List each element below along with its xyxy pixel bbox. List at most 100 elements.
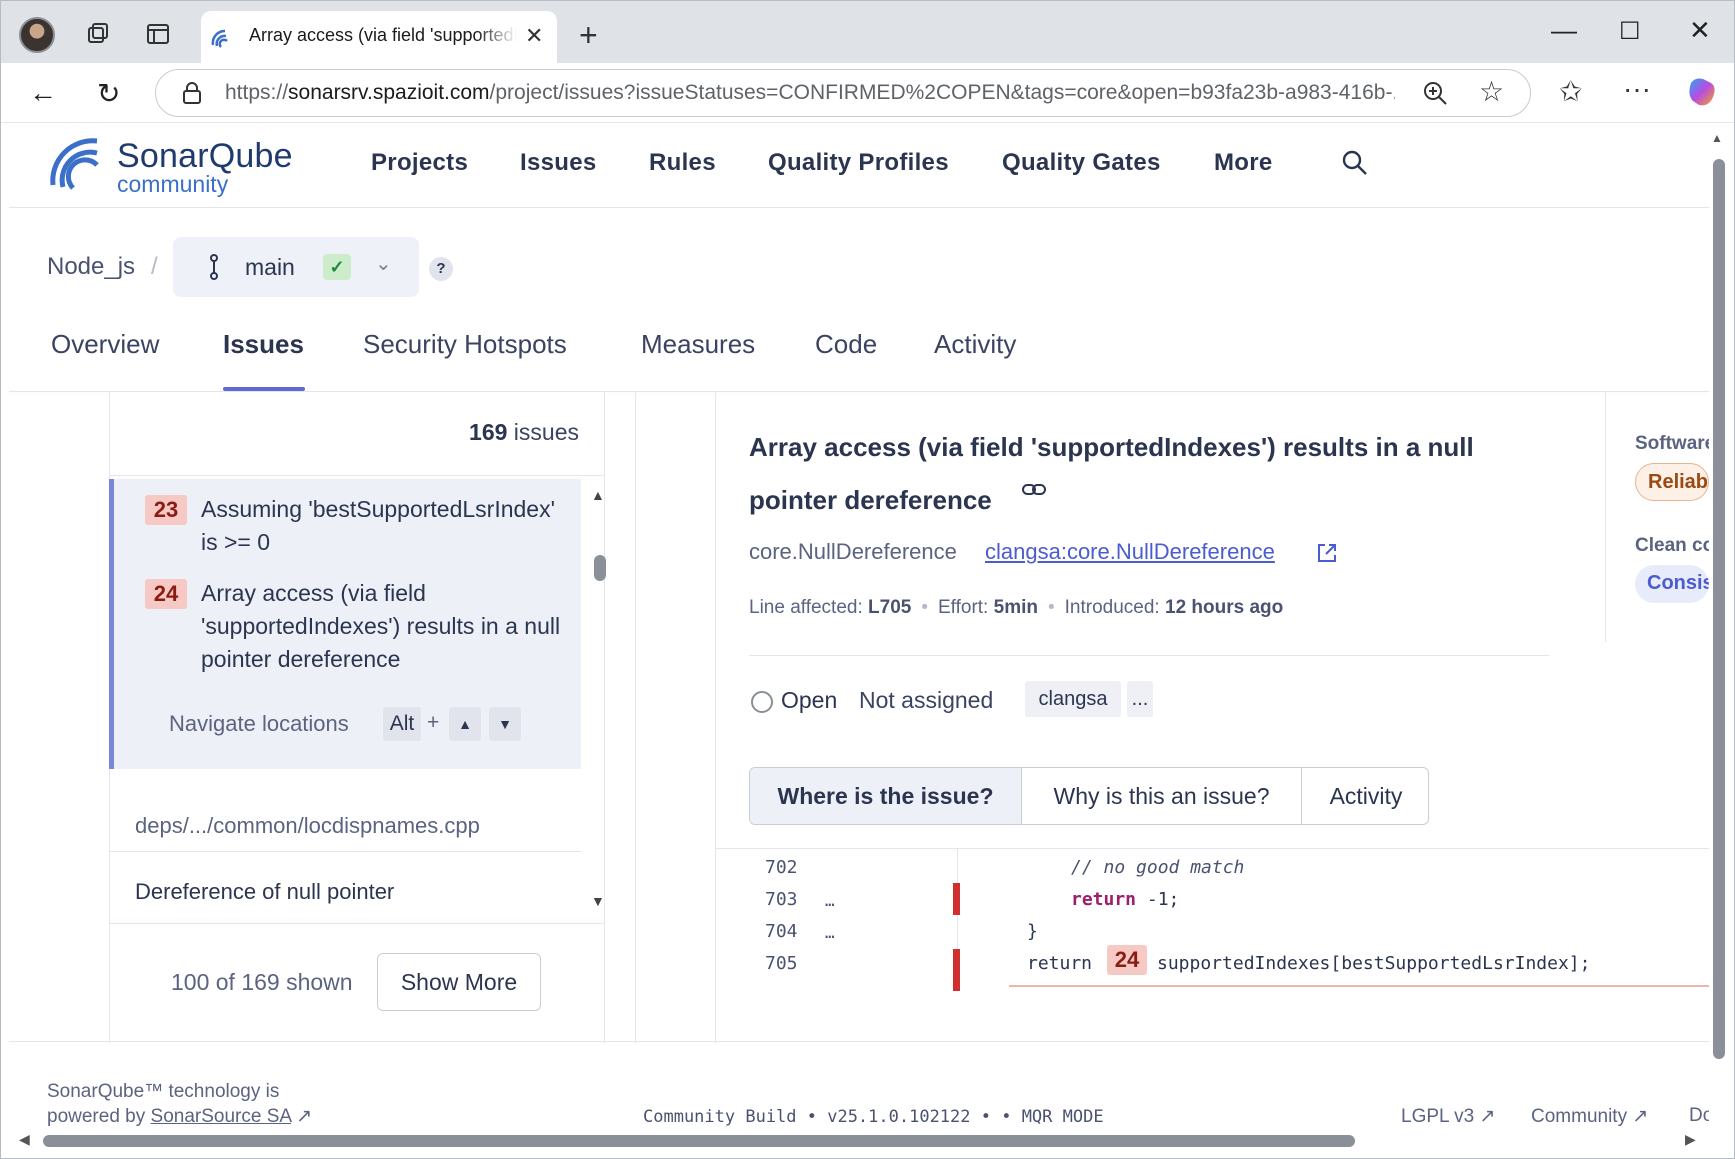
- new-tab-icon[interactable]: +: [579, 17, 598, 54]
- rule-key: core.NullDereference: [749, 539, 957, 564]
- minimize-icon[interactable]: —: [1551, 15, 1577, 46]
- nav-more[interactable]: More: [1214, 149, 1273, 177]
- clean-code-label: Clean code: [1635, 535, 1709, 556]
- reload-icon[interactable]: ↻: [97, 77, 120, 110]
- list-scrollbar[interactable]: [594, 555, 606, 581]
- help-icon[interactable]: ?: [429, 257, 453, 281]
- nav-rules[interactable]: Rules: [649, 149, 716, 177]
- tab-where-is-issue[interactable]: Where is the issue?: [750, 768, 1022, 824]
- expand-dots[interactable]: …: [825, 891, 835, 910]
- lock-icon[interactable]: [181, 81, 203, 105]
- line-number[interactable]: 703: [765, 889, 798, 910]
- license-link[interactable]: LGPL v3 ↗: [1401, 1105, 1495, 1128]
- file-divider: [109, 851, 581, 852]
- profile-avatar[interactable]: [19, 17, 55, 53]
- workspaces-icon[interactable]: [83, 19, 113, 49]
- rule-link[interactable]: clangsa:core.NullDereference: [985, 539, 1275, 565]
- nav-quality-gates[interactable]: Quality Gates: [1002, 149, 1161, 177]
- zoom-icon[interactable]: [1421, 79, 1449, 107]
- sonarsource-link[interactable]: SonarSource SA: [151, 1106, 291, 1127]
- location-text[interactable]: Assuming 'bestSupportedLsrIndex' is >= 0: [201, 493, 561, 559]
- consistency-badge[interactable]: Consistency: [1635, 565, 1709, 603]
- tab-why-is-issue[interactable]: Why is this an issue?: [1022, 768, 1302, 824]
- branch-name: main: [245, 254, 295, 280]
- location-number[interactable]: 23: [145, 495, 187, 525]
- quality-gate-passed-icon: ✓: [323, 254, 351, 280]
- scroll-left-icon[interactable]: ◀: [19, 1131, 30, 1148]
- issue-underline: [1009, 985, 1709, 987]
- horizontal-scroll-thumb[interactable]: [43, 1135, 1355, 1147]
- arrow-down-key-icon[interactable]: ▼: [489, 707, 521, 741]
- show-more-button[interactable]: Show More: [377, 953, 541, 1011]
- tab-close-icon[interactable]: ✕: [525, 23, 543, 49]
- shown-count: 100 of 169 shown: [171, 969, 353, 995]
- code-line: return -1;: [1071, 889, 1180, 910]
- favorites-icon[interactable]: ✩: [1559, 75, 1582, 108]
- key-plus: +: [427, 711, 440, 734]
- tab-measures[interactable]: Measures: [641, 329, 755, 360]
- code-line: supportedIndexes[bestSupportedLsrIndex];: [1157, 953, 1591, 974]
- meta-divider: [749, 655, 1549, 656]
- vertical-scroll-thumb[interactable]: [1713, 159, 1725, 1059]
- more-tags[interactable]: ...: [1127, 681, 1153, 717]
- line-number[interactable]: 702: [765, 857, 798, 878]
- tab-overview[interactable]: Overview: [51, 329, 159, 360]
- expand-dots[interactable]: …: [825, 923, 835, 942]
- code-location-marker[interactable]: 24: [1107, 945, 1147, 975]
- branch-icon: [210, 254, 218, 280]
- maximize-icon[interactable]: ☐: [1619, 17, 1641, 46]
- issue-list-item[interactable]: Dereference of null pointer: [135, 879, 394, 905]
- location-number[interactable]: 24: [145, 579, 187, 609]
- url-text[interactable]: https://sonarsrv.spazioit.com/project/is…: [225, 81, 1395, 105]
- assignee[interactable]: Not assigned: [859, 687, 993, 714]
- permalink-icon[interactable]: [1021, 481, 1047, 499]
- code-viewer-top: [715, 848, 1709, 849]
- list-scroll-down-icon[interactable]: ▼: [591, 893, 605, 909]
- code-line: }: [1027, 921, 1038, 942]
- window-close-icon[interactable]: ✕: [1689, 15, 1711, 46]
- tab-security-hotspots[interactable]: Security Hotspots: [363, 329, 567, 360]
- line-number[interactable]: 704: [765, 921, 798, 942]
- location-text[interactable]: Array access (via field 'supportedIndexe…: [201, 577, 561, 676]
- issue-status[interactable]: Open: [781, 687, 837, 714]
- community-link[interactable]: Community ↗: [1531, 1105, 1648, 1128]
- file-path[interactable]: deps/.../common/locdispnames.cpp: [135, 813, 480, 839]
- nav-issues[interactable]: Issues: [520, 149, 597, 177]
- panel-divider: [715, 392, 716, 1043]
- search-icon[interactable]: [1341, 149, 1369, 177]
- list-scroll-up-icon[interactable]: ▲: [591, 487, 605, 503]
- status-open-icon[interactable]: [751, 691, 773, 713]
- tab-code[interactable]: Code: [815, 329, 877, 360]
- issue-marker: [953, 949, 960, 991]
- issue-marker: [953, 883, 960, 915]
- chevron-down-icon: ⌄: [375, 253, 392, 275]
- favorite-star-icon[interactable]: ☆: [1479, 75, 1504, 108]
- breadcrumb-project[interactable]: Node_js: [47, 253, 135, 281]
- count-divider: [109, 475, 605, 476]
- external-link-icon[interactable]: [1315, 541, 1339, 565]
- line-number[interactable]: 705: [765, 953, 798, 974]
- reliability-badge[interactable]: Reliability: [1635, 463, 1709, 501]
- arrow-up-key-icon[interactable]: ▲: [449, 707, 481, 741]
- tab-activity[interactable]: Activity: [934, 329, 1016, 360]
- scroll-right-icon[interactable]: ▶: [1685, 1131, 1696, 1148]
- browser-window: Array access (via field 'supportedIndexe…: [0, 0, 1735, 1159]
- scroll-up-icon[interactable]: ▲: [1711, 131, 1723, 145]
- copilot-icon[interactable]: [1685, 75, 1719, 109]
- issue-detail-tabs: Where is the issue? Why is this an issue…: [749, 767, 1429, 825]
- sonarqube-logo-icon[interactable]: [47, 133, 111, 191]
- back-icon[interactable]: ←: [29, 77, 57, 109]
- alt-key: Alt: [383, 707, 421, 741]
- docs-link[interactable]: Documentation: [1689, 1105, 1709, 1127]
- issue-title: Array access (via field 'supportedIndexe…: [749, 432, 1474, 515]
- nav-projects[interactable]: Projects: [371, 149, 468, 177]
- issues-count: 169 issues: [469, 419, 579, 445]
- tab-issues[interactable]: Issues: [223, 329, 304, 360]
- tab-issue-activity[interactable]: Activity: [1302, 768, 1428, 824]
- tab-actions-icon[interactable]: [143, 19, 173, 49]
- logo-subtitle: community: [117, 171, 229, 197]
- nav-quality-profiles[interactable]: Quality Profiles: [768, 149, 949, 177]
- issue-tag[interactable]: clangsa: [1025, 681, 1121, 717]
- issue-meta: Line affected: L705 • Effort: 5min • Introdu…: [749, 597, 1284, 618]
- more-menu-icon[interactable]: ···: [1623, 73, 1651, 105]
